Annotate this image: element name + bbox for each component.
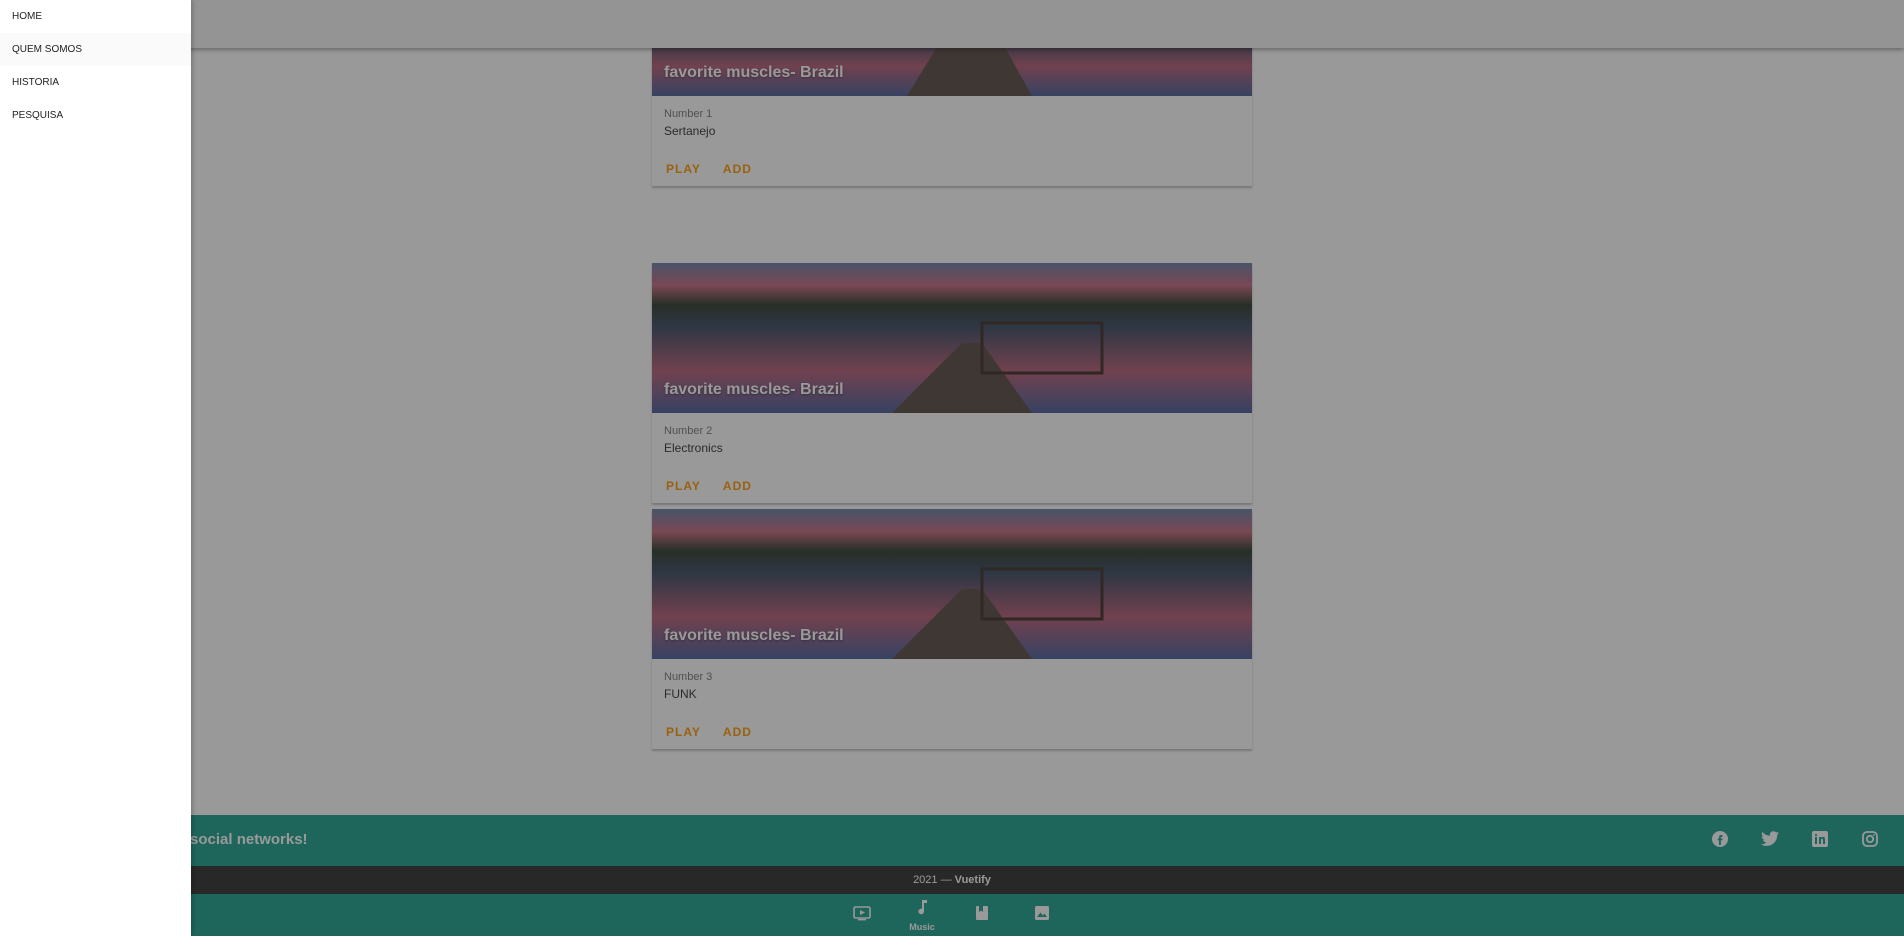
drawer-item-home[interactable]: HOME — [0, 0, 191, 33]
drawer-item-quem-somos[interactable]: QUEM SOMOS — [0, 33, 191, 66]
navigation-drawer: HOME QUEM SOMOS HISTORIA PESQUISA — [0, 0, 191, 936]
drawer-item-pesquisa[interactable]: PESQUISA — [0, 99, 191, 132]
drawer-item-historia[interactable]: HISTORIA — [0, 66, 191, 99]
drawer-overlay[interactable] — [0, 0, 1904, 936]
